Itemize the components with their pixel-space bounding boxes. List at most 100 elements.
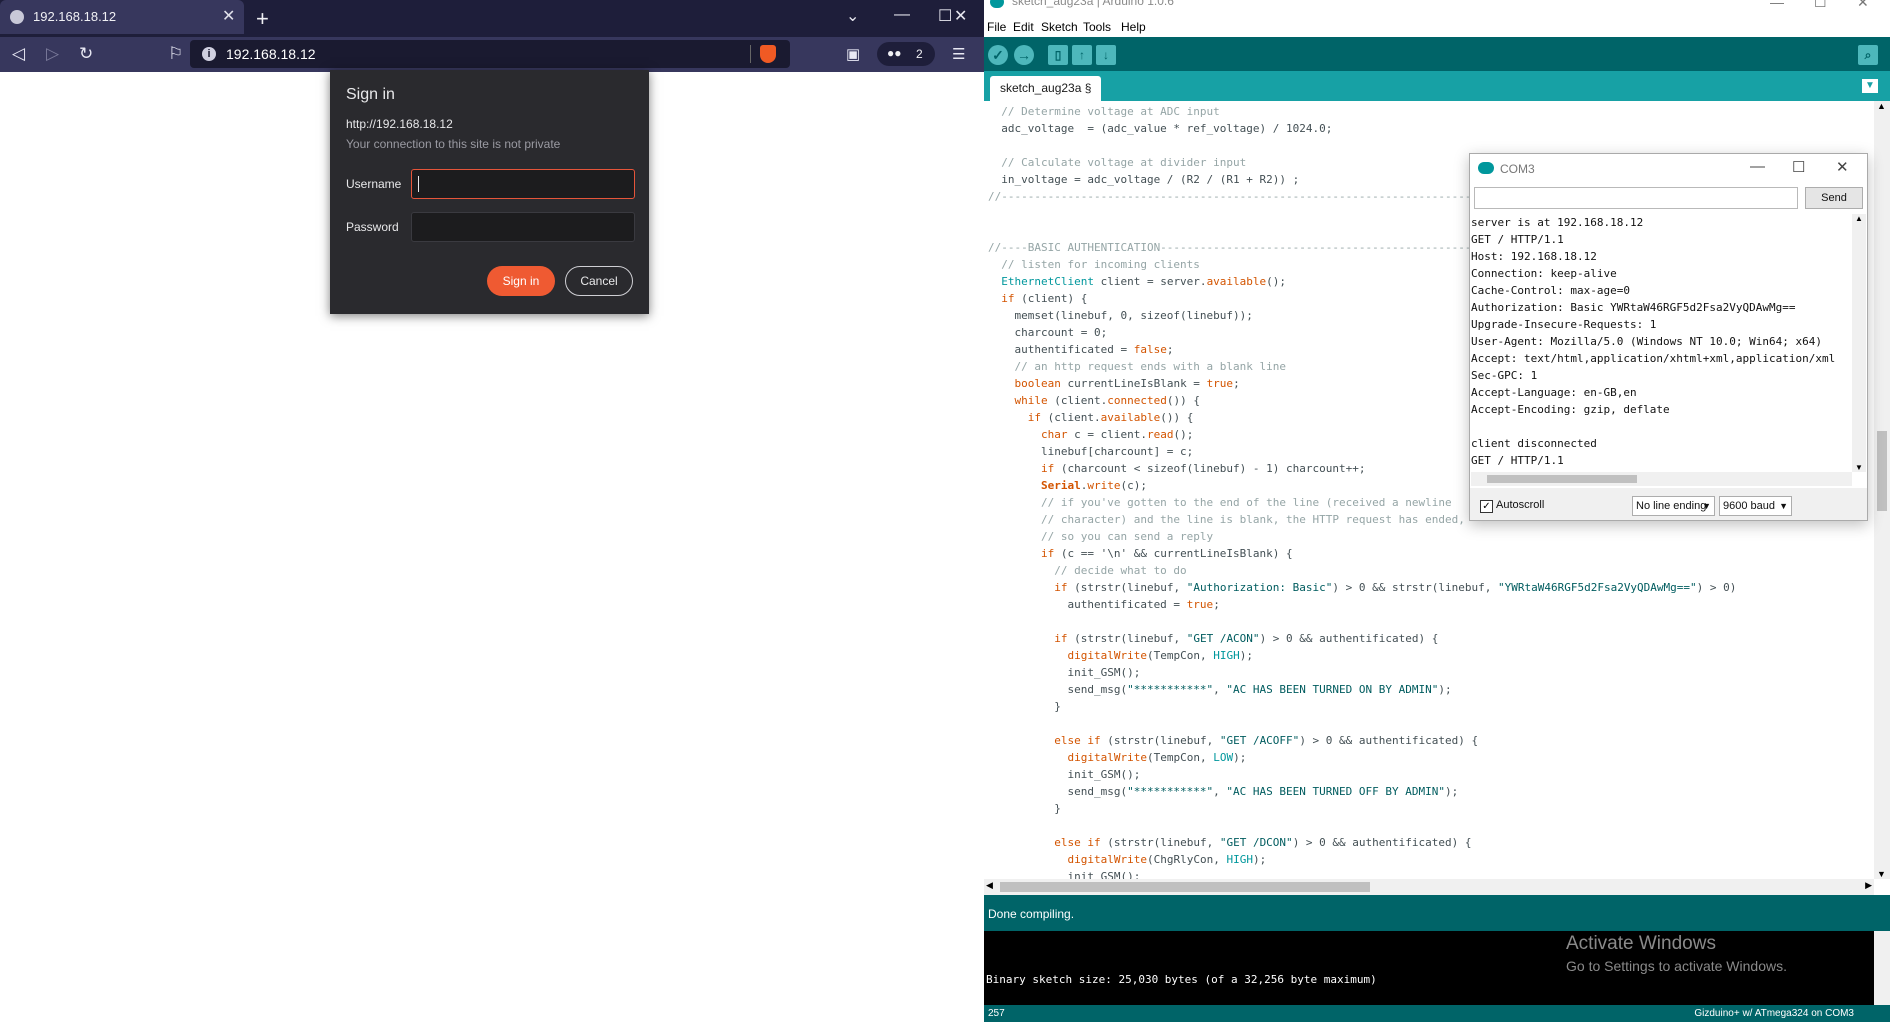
back-icon[interactable]: ◁ [12, 44, 25, 64]
serial-horizontal-scrollbar[interactable] [1471, 472, 1852, 486]
serial-output: server is at 192.168.18.12 GET / HTTP/1.1… [1471, 214, 1851, 484]
serial-port-name: COM3 [1500, 162, 1535, 176]
verify-icon[interactable]: ✓ [988, 45, 1008, 65]
upload-icon[interactable]: → [1014, 45, 1034, 65]
code-line: } [988, 700, 1061, 713]
code-line: digitalWrite(TempCon, LOW); [1067, 751, 1247, 764]
serial-line: GET / HTTP/1.1 [1471, 454, 1564, 467]
code-line: digitalWrite(TempCon, HIGH); [1067, 649, 1253, 662]
ide-footer: 257 Gizduino+ w/ ATmega324 on COM3 [984, 1005, 1890, 1022]
menu-tools[interactable]: Tools [1083, 20, 1111, 34]
private-profile-badge[interactable]: ●● 2 [877, 42, 935, 66]
scroll-down-icon[interactable]: ▼ [1877, 869, 1886, 879]
globe-icon [10, 10, 24, 24]
forward-icon[interactable]: ▷ [46, 44, 59, 64]
info-icon[interactable]: i [202, 47, 216, 61]
serial-close-icon[interactable]: ✕ [1836, 158, 1849, 176]
menu-edit[interactable]: Edit [1013, 20, 1034, 34]
serial-maximize-icon[interactable]: ☐ [1792, 158, 1805, 176]
board-info: Gizduino+ w/ ATmega324 on COM3 [1694, 1008, 1854, 1019]
reload-icon[interactable]: ↻ [79, 44, 93, 64]
chevron-down-icon: ▼ [1702, 501, 1711, 511]
sign-in-button[interactable]: Sign in [487, 266, 555, 296]
line-ending-value: No line ending [1636, 500, 1707, 512]
console-output: Binary sketch size: 25,030 bytes (of a 3… [984, 931, 1874, 1005]
code-line: if (c == '\n' && currentLineIsBlank) { [1040, 547, 1293, 560]
serial-vertical-scrollbar[interactable]: ▲ ▼ [1852, 214, 1866, 472]
ide-menu-bar: File Edit Sketch Tools Help [984, 17, 1890, 37]
serial-line: Sec-GPC: 1 [1471, 369, 1538, 382]
tab-menu-icon[interactable]: ▼ [1862, 79, 1878, 93]
scroll-left-icon[interactable]: ◀ [986, 880, 993, 891]
password-label: Password [346, 220, 399, 234]
menu-icon[interactable]: ☰ [952, 45, 965, 63]
serial-line: Connection: keep-alive [1471, 267, 1617, 280]
line-ending-select[interactable]: No line ending ▼ [1632, 496, 1715, 516]
glasses-icon: ●● [887, 46, 902, 60]
bookmark-icon[interactable]: ⚐ [168, 44, 183, 64]
serial-horizontal-scroll-thumb[interactable] [1487, 475, 1637, 483]
code-line: if (strstr(linebuf, "Authorization: Basi… [1054, 581, 1737, 594]
send-button[interactable]: Send [1805, 187, 1863, 209]
username-field[interactable] [411, 169, 635, 199]
console-message: Binary sketch size: 25,030 bytes (of a 3… [986, 973, 1377, 986]
sketch-tab-bar: sketch_aug23a § ▼ [984, 71, 1890, 101]
ide-close-icon[interactable]: ✕ [1857, 0, 1869, 11]
scroll-up-icon[interactable]: ▲ [1855, 214, 1863, 223]
editor-horizontal-scroll-thumb[interactable] [1000, 882, 1370, 892]
status-bar: Done compiling. [984, 895, 1890, 931]
ide-maximize-icon[interactable]: ☐ [1814, 0, 1827, 11]
profile-count: 2 [916, 47, 923, 61]
serial-line: server is at 192.168.18.12 [1471, 216, 1644, 229]
maximize-icon[interactable]: ☐ [938, 6, 952, 26]
address-bar[interactable]: i 192.168.18.12 [190, 40, 790, 68]
password-field[interactable] [411, 212, 635, 242]
scroll-down-icon[interactable]: ▼ [1855, 463, 1863, 472]
editor-vertical-scroll-thumb[interactable] [1877, 431, 1887, 511]
sidebar-toggle-icon[interactable]: ▣ [846, 45, 860, 63]
menu-help[interactable]: Help [1121, 20, 1146, 34]
minimize-icon[interactable]: — [894, 6, 910, 24]
serial-send-input[interactable] [1474, 187, 1798, 209]
username-label: Username [346, 177, 402, 191]
code-line: } [988, 802, 1061, 815]
code-line: init_GSM(); [988, 666, 1141, 679]
new-tab-button[interactable]: + [256, 6, 269, 32]
save-file-icon[interactable]: ↓ [1096, 45, 1116, 65]
serial-line: Accept-Language: en-GB,en [1471, 386, 1637, 399]
code-line: // so you can send a reply [988, 530, 1214, 543]
serial-line: Accept: text/html,application/xhtml+xml,… [1471, 352, 1836, 365]
ide-minimize-icon[interactable]: — [1770, 0, 1784, 10]
editor-horizontal-scrollbar[interactable]: ◀ ▶ [984, 879, 1874, 895]
baud-rate-select[interactable]: 9600 baud ▼ [1719, 496, 1792, 516]
serial-minimize-icon[interactable]: — [1750, 158, 1765, 175]
sign-in-dialog: Sign in http://192.168.18.12 Your connec… [330, 70, 649, 314]
close-tab-icon[interactable]: ✕ [222, 6, 235, 26]
browser-tab[interactable]: 192.168.18.12 ✕ [0, 0, 244, 34]
baud-rate-value: 9600 baud [1723, 500, 1775, 512]
brave-shield-icon[interactable] [760, 45, 776, 63]
open-file-icon[interactable]: ↑ [1072, 45, 1092, 65]
editor-vertical-scrollbar[interactable]: ▲ ▼ [1874, 101, 1890, 879]
dialog-warning: Your connection to this site is not priv… [346, 137, 561, 151]
tab-search-icon[interactable]: ⌄ [846, 6, 859, 26]
serial-monitor-icon[interactable]: ⌕ [1858, 45, 1878, 65]
autoscroll-checkbox[interactable]: ✓ [1480, 500, 1493, 513]
new-file-icon[interactable]: ▯ [1048, 45, 1068, 65]
code-line: send_msg("***********", "AC HAS BEEN TUR… [988, 785, 1459, 798]
serial-title-bar: COM3 — ☐ ✕ [1470, 154, 1867, 184]
cancel-button[interactable]: Cancel [565, 266, 633, 296]
serial-line: Authorization: Basic YWRtaW46RGF5d2Fsa2V… [1471, 301, 1796, 314]
browser-tab-strip: 192.168.18.12 ✕ + ⌄ — ☐ [0, 0, 984, 37]
scroll-up-icon[interactable]: ▲ [1877, 101, 1886, 111]
scroll-right-icon[interactable]: ▶ [1865, 880, 1872, 891]
sketch-tab[interactable]: sketch_aug23a § [990, 76, 1102, 101]
menu-file[interactable]: File [987, 20, 1006, 34]
console-scrollbar[interactable] [1874, 931, 1890, 1005]
menu-sketch[interactable]: Sketch [1041, 20, 1078, 34]
close-browser-icon[interactable]: ✕ [954, 6, 967, 26]
serial-line: client disconnected [1471, 437, 1597, 450]
